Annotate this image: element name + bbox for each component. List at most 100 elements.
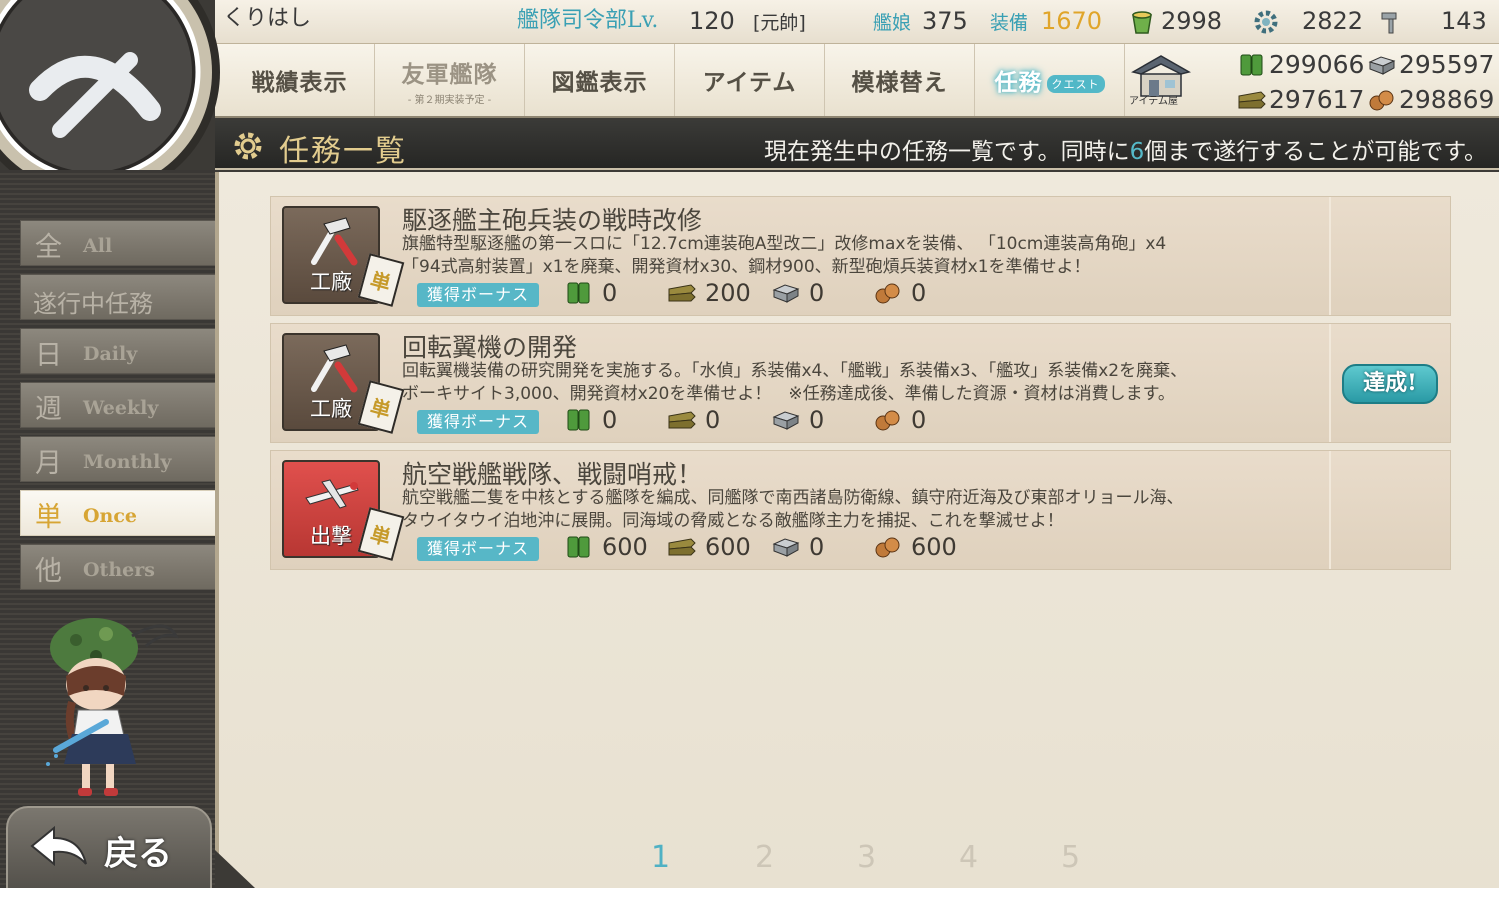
main-menu: 戦績表示 友軍艦隊 - 第２期実装予定 - 図鑑表示 アイテム 模様替え 任務ク… xyxy=(215,44,1499,118)
ammo-icon xyxy=(1238,90,1266,108)
gear-icon xyxy=(234,132,262,160)
quest-title: 航空戦艦戦隊、戦闘哨戒！ xyxy=(402,460,703,489)
hq-level-label: 艦隊司令部Lv. xyxy=(517,8,659,33)
menu-furniture-button[interactable]: 模様替え xyxy=(825,44,975,116)
development-material-count: 2822 xyxy=(1302,7,1364,35)
menu-label: 模様替え xyxy=(851,69,948,96)
back-arrow-icon xyxy=(30,825,87,867)
desc-after: 個まで遂行することが可能です。 xyxy=(1144,139,1487,165)
fuel-icon xyxy=(567,282,590,304)
bauxite-icon xyxy=(875,410,900,431)
bonus-label: 獲得ボーナス xyxy=(417,410,539,434)
reward-fuel: 0 xyxy=(564,406,617,434)
item-shop-button[interactable]: アイテム屋 xyxy=(1125,48,1197,112)
page-1-button[interactable]: 1 xyxy=(651,840,670,875)
menu-label: 戦績表示 xyxy=(251,69,348,96)
reward-fuel-value: 600 xyxy=(602,533,648,561)
reward-steel: 0 xyxy=(771,406,824,434)
tab-once[interactable]: 単 Once xyxy=(20,490,215,536)
quest-complete-badge[interactable]: 達成! xyxy=(1342,364,1438,404)
menu-label: 友軍艦隊 xyxy=(401,60,498,88)
reward-fuel-value: 0 xyxy=(602,279,618,307)
reward-bauxite: 600 xyxy=(873,533,957,561)
reward-steel-value: 0 xyxy=(809,533,825,561)
reward-ammo-value: 0 xyxy=(705,406,721,434)
bonus-label: 獲得ボーナス xyxy=(417,537,539,561)
menu-quest-button[interactable]: 任務 クエスト xyxy=(975,44,1125,116)
menu-encyclopedia-button[interactable]: 図鑑表示 xyxy=(525,44,675,116)
menu-quest-text: 任務 xyxy=(994,69,1043,96)
bauxite-icon xyxy=(1369,90,1394,110)
quest-divider xyxy=(1329,451,1331,569)
quest-description-line: 航空戦艦二隻を中核とする艦隊を編成、同艦隊で南西諸島防衛線、鎮守府近海及び東部オ… xyxy=(402,488,1184,508)
repair-bucket-icon xyxy=(1132,11,1152,34)
reward-bauxite-value: 0 xyxy=(911,279,927,307)
tab-kanji: 全 xyxy=(35,232,62,263)
tab-all[interactable]: 全 All xyxy=(20,220,215,266)
steel-icon xyxy=(772,284,800,303)
tab-in-progress[interactable]: 遂行中任務 xyxy=(20,274,215,320)
steel-icon xyxy=(772,538,800,557)
bonus-label: 獲得ボーナス xyxy=(417,283,539,307)
ship-count: 375 xyxy=(922,7,968,35)
hammer-icon xyxy=(311,217,358,266)
ammo-icon xyxy=(668,411,696,429)
page-3-button[interactable]: 3 xyxy=(857,840,876,875)
tab-daily[interactable]: 日 Daily xyxy=(20,328,215,374)
page-2-button[interactable]: 2 xyxy=(755,840,774,875)
panel-edge xyxy=(215,172,219,888)
reward-ammo: 0 xyxy=(667,406,720,434)
tab-monthly[interactable]: 月 Monthly xyxy=(20,436,215,482)
equip-count-label: 装備 xyxy=(990,12,1029,34)
bottom-margin xyxy=(0,888,1499,897)
quest-description-line: タウイタウイ泊地沖に展開。同海域の脅威となる敵艦隊主力を捕捉、これを撃滅せよ！ xyxy=(402,511,1064,531)
quest-divider xyxy=(1329,197,1331,315)
hq-rank: [元帥] xyxy=(753,12,806,34)
menu-label: アイテム xyxy=(702,69,797,96)
quest-item[interactable]: 工廠 単 駆逐艦主砲兵装の戦時改修 旗艦特型駆逐艦の第一スロに「12.7cm連装… xyxy=(270,196,1451,316)
improvement-material-count: 143 xyxy=(1441,7,1487,35)
back-label: 戻る xyxy=(104,834,172,874)
tab-weekly[interactable]: 週 Weekly xyxy=(20,382,215,428)
steel-resource: 297617 xyxy=(1237,85,1364,114)
menu-label: 図鑑表示 xyxy=(551,69,648,96)
bauxite-icon xyxy=(875,283,900,304)
reward-steel: 0 xyxy=(771,279,824,307)
fuel-count: 299066 xyxy=(1269,50,1365,79)
menu-sublabel: - 第２期実装予定 - xyxy=(407,94,492,106)
ship-count-label: 艦娘 xyxy=(873,12,912,34)
ammo-icon xyxy=(668,538,696,556)
bauxite-icon xyxy=(875,537,900,558)
tab-kanji: 単 xyxy=(35,502,62,533)
title-bar: 任務一覧 現在発生中の任務一覧です。同時に6個まで遂行することが可能です。 xyxy=(215,120,1499,170)
ammo-resource: 295597 xyxy=(1367,50,1494,79)
quest-list-panel: 工廠 単 駆逐艦主砲兵装の戦時改修 旗艦特型駆逐艦の第一スロに「12.7cm連装… xyxy=(215,172,1499,888)
tab-label: Others xyxy=(83,559,155,581)
item-shop-label: アイテム屋 xyxy=(1129,96,1178,107)
page-5-button[interactable]: 5 xyxy=(1061,840,1080,875)
tab-kanji: 他 xyxy=(35,556,62,587)
steel-count: 297617 xyxy=(1269,85,1365,114)
hammer-icon xyxy=(311,344,358,393)
tab-kanji: 月 xyxy=(35,448,62,479)
tab-label: All xyxy=(83,235,113,257)
tab-others[interactable]: 他 Others xyxy=(20,544,215,590)
hq-level: 120 xyxy=(689,7,735,35)
bauxite-count: 298869 xyxy=(1399,85,1495,114)
back-button[interactable]: 戻る xyxy=(6,806,212,888)
fuel-icon xyxy=(567,536,590,558)
page-4-button[interactable]: 4 xyxy=(959,840,978,875)
repair-bucket-count: 2998 xyxy=(1161,7,1223,35)
menu-friend-fleet-button[interactable]: 友軍艦隊 - 第２期実装予定 - xyxy=(375,44,525,116)
reward-bauxite: 0 xyxy=(873,279,926,307)
secretary-chibi-image xyxy=(46,618,179,796)
menu-record-button[interactable]: 戦績表示 xyxy=(225,44,375,116)
menu-item-button[interactable]: アイテム xyxy=(675,44,825,116)
reward-steel-value: 0 xyxy=(809,279,825,307)
ammo-count: 295597 xyxy=(1399,50,1495,79)
quest-item[interactable]: 出撃 単 航空戦艦戦隊、戦闘哨戒！ 航空戦艦二隻を中核とする艦隊を編成、同艦隊で… xyxy=(270,450,1451,570)
fuel-icon xyxy=(567,409,590,431)
reward-steel-value: 0 xyxy=(809,406,825,434)
quest-item[interactable]: 工廠 単 回転翼機の開発 回転翼機装備の研究開発を実施する。「水偵」系装備x4、… xyxy=(270,323,1451,443)
reward-ammo-value: 200 xyxy=(705,279,751,307)
